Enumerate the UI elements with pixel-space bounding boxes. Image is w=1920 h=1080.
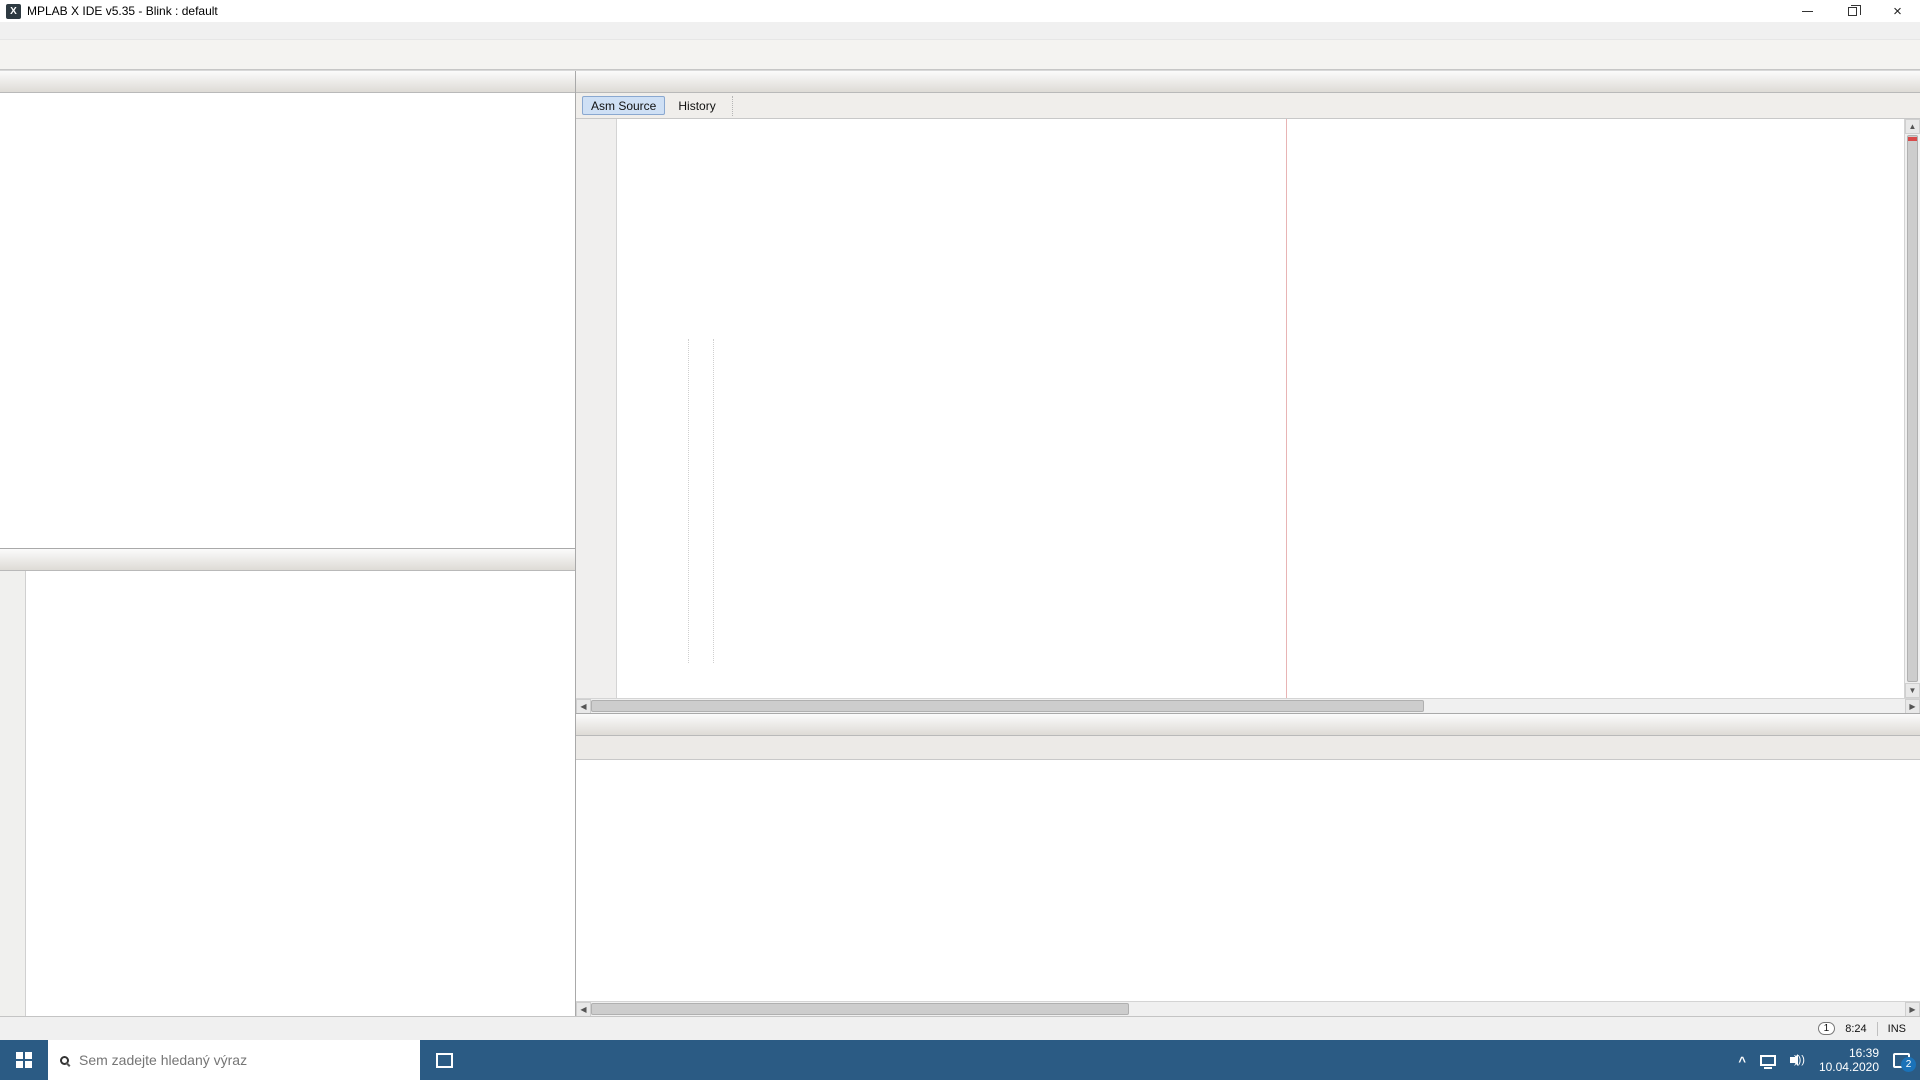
taskbar-search[interactable]: [48, 1040, 420, 1080]
editor-column: Asm Source History ▲ ▼: [576, 71, 1920, 1016]
clock-time: 16:39: [1819, 1046, 1879, 1060]
search-icon: [60, 1056, 69, 1065]
windows-logo-icon: [16, 1052, 23, 1059]
code-editor[interactable]: ▲ ▼: [576, 119, 1920, 698]
menubar: [0, 22, 1920, 40]
scroll-right-arrow[interactable]: ▶: [1905, 699, 1920, 714]
code-pane[interactable]: [617, 119, 1904, 698]
editor-vertical-scrollbar[interactable]: ▲ ▼: [1904, 119, 1920, 698]
mplab-app-icon: X: [6, 4, 21, 19]
asm-source-view-button[interactable]: Asm Source: [582, 96, 665, 115]
main-toolbar: [0, 40, 1920, 70]
output-panel: ◀ ▶: [576, 713, 1920, 1016]
restore-icon: [1848, 7, 1857, 16]
system-tray: ^ ))) 16:39 10.04.2020 2: [1738, 1040, 1920, 1080]
status-divider: [1877, 1022, 1878, 1036]
insert-mode-indicator[interactable]: INS: [1888, 1023, 1906, 1035]
error-stripe-mark[interactable]: [1908, 137, 1917, 141]
network-icon[interactable]: [1760, 1055, 1776, 1066]
projects-panel: [0, 71, 575, 549]
scroll-up-arrow[interactable]: ▲: [1905, 119, 1920, 134]
taskbar-clock[interactable]: 16:39 10.04.2020: [1819, 1046, 1879, 1074]
task-view-icon: [436, 1053, 453, 1068]
tray-chevron-icon[interactable]: ^: [1738, 1054, 1746, 1069]
mplab-window: X MPLAB X IDE v5.35 - Blink : default ×: [0, 0, 1920, 1080]
scroll-left-arrow[interactable]: ◀: [576, 1002, 591, 1017]
dashboard-panel: [0, 549, 575, 1016]
notifications-bubble[interactable]: 1: [1818, 1022, 1836, 1035]
left-column: [0, 71, 576, 1016]
window-title: MPLAB X IDE v5.35 - Blink : default: [27, 4, 218, 18]
horizontal-scroll-thumb[interactable]: [591, 1003, 1129, 1015]
close-icon: ×: [1893, 4, 1902, 19]
toolbar-separator: [732, 96, 736, 116]
horizontal-scroll-thumb[interactable]: [591, 700, 1424, 712]
editor-toolbar: Asm Source History: [576, 93, 1920, 119]
windows-taskbar: ^ ))) 16:39 10.04.2020 2: [0, 1040, 1920, 1080]
projects-tree: [0, 93, 575, 548]
projects-tab-row: [0, 71, 575, 93]
indent-guide: [688, 339, 689, 663]
volume-button[interactable]: ))): [1790, 1054, 1805, 1066]
taskbar-search-input[interactable]: [79, 1052, 379, 1068]
dashboard-tree: [26, 571, 575, 1016]
notification-badge: 2: [1901, 1057, 1916, 1072]
output-horizontal-scrollbar[interactable]: ◀ ▶: [576, 1001, 1920, 1016]
window-controls: ×: [1785, 0, 1920, 22]
start-button[interactable]: [0, 1040, 48, 1080]
vertical-scroll-thumb[interactable]: [1907, 135, 1918, 682]
history-view-button[interactable]: History: [669, 96, 724, 115]
action-center-button[interactable]: 2: [1893, 1053, 1910, 1068]
editor-horizontal-scrollbar[interactable]: ◀ ▶: [576, 698, 1920, 713]
speaker-icon: [1790, 1054, 1804, 1066]
line-number-gutter[interactable]: [576, 119, 617, 698]
clock-date: 10.04.2020: [1819, 1060, 1879, 1074]
main-area: Asm Source History ▲ ▼: [0, 70, 1920, 1016]
close-button[interactable]: ×: [1875, 0, 1920, 22]
cursor-position: 8:24: [1845, 1023, 1866, 1035]
task-view-button[interactable]: [420, 1040, 468, 1080]
right-margin-line: [1286, 119, 1287, 698]
output-inner-tab-row: [576, 736, 1920, 760]
scroll-right-arrow[interactable]: ▶: [1905, 1002, 1920, 1017]
minimize-button[interactable]: [1785, 0, 1830, 22]
output-tab-row: [576, 714, 1920, 736]
titlebar: X MPLAB X IDE v5.35 - Blink : default ×: [0, 0, 1920, 22]
editor-tab-row: [576, 71, 1920, 93]
scroll-left-arrow[interactable]: ◀: [576, 699, 591, 714]
build-output-log[interactable]: [576, 760, 1920, 1001]
restore-button[interactable]: [1830, 0, 1875, 22]
dashboard-side-toolbar: [0, 571, 26, 1016]
minimize-icon: [1802, 11, 1813, 12]
scroll-down-arrow[interactable]: ▼: [1905, 683, 1920, 698]
dashboard-tab-row: [0, 549, 575, 571]
ide-statusbar: 1 8:24 INS: [0, 1016, 1920, 1040]
indent-guide: [713, 339, 714, 663]
